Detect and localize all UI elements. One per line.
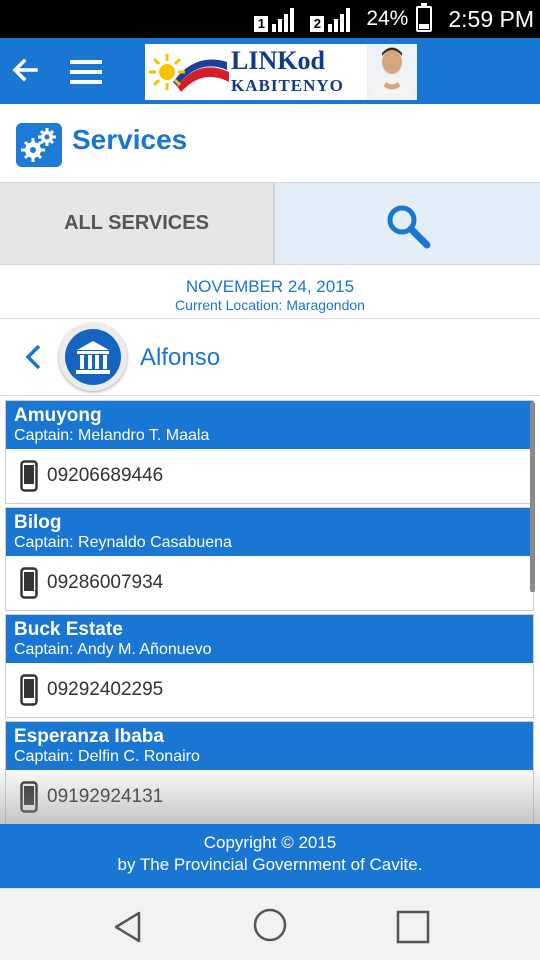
mobile-phone-icon xyxy=(20,781,38,813)
sim1-label: 1 xyxy=(254,16,269,32)
mobile-phone-icon xyxy=(20,674,38,706)
linkod-kabitenyo-logo: LINKod KABITENYO xyxy=(145,44,417,100)
mobile-phone-icon xyxy=(20,460,38,492)
current-date: NOVEMBER 24, 2015 xyxy=(185,277,355,296)
barangay-list[interactable]: Amuyong Captain: Melandro T. Maala 09206… xyxy=(0,396,540,824)
mobile-phone-icon xyxy=(20,567,38,599)
barangay-name: Buck Estate xyxy=(14,619,123,640)
sun-flag-logo-icon xyxy=(149,54,229,92)
nav-home-icon[interactable] xyxy=(253,908,287,942)
town-header: Alfonso xyxy=(0,319,540,396)
menu-icon[interactable] xyxy=(70,60,102,84)
service-tabs: ALL SERVICES xyxy=(0,182,540,265)
clock: 2:59 PM xyxy=(448,5,534,32)
search-icon xyxy=(387,205,431,249)
town-name: Alfonso xyxy=(140,344,221,371)
list-item[interactable]: Esperanza Ibaba Captain: Delfin C. Ronai… xyxy=(5,721,534,824)
chevron-left-icon[interactable] xyxy=(22,343,44,371)
barangay-name: Esperanza Ibaba xyxy=(14,726,164,747)
phone-number[interactable]: 09206689446 xyxy=(47,465,163,487)
tab-search[interactable] xyxy=(275,183,540,264)
services-header: Services xyxy=(0,104,540,182)
barangay-name: Bilog xyxy=(14,512,62,533)
page-title: Services xyxy=(72,124,188,155)
back-arrow-icon[interactable] xyxy=(10,55,40,85)
barangay-captain: Captain: Melandro T. Maala xyxy=(14,427,210,444)
sim2-signal-icon: 2 xyxy=(310,6,358,32)
governor-portrait-icon xyxy=(367,44,417,100)
copyright-footer: Copyright © 2015 by The Provincial Gover… xyxy=(0,824,540,888)
battery-percent: 24% xyxy=(366,7,409,30)
logo-subtitle: KABITENYO xyxy=(231,76,344,95)
list-scrollbar[interactable] xyxy=(530,402,535,592)
sim2-label: 2 xyxy=(310,16,325,32)
nav-recent-icon[interactable] xyxy=(396,910,430,944)
date-location-info: NOVEMBER 24, 2015 Current Location: Mara… xyxy=(0,265,540,319)
gear-icon xyxy=(16,123,62,167)
battery-charging-icon xyxy=(416,3,433,32)
status-bar: 1 2 24% 2:59 PM xyxy=(0,0,540,38)
list-item[interactable]: Bilog Captain: Reynaldo Casabuena 092860… xyxy=(5,507,534,611)
system-nav-bar xyxy=(0,888,540,960)
phone-number[interactable]: 09192924131 xyxy=(47,786,163,808)
copyright-owner: by The Provincial Government of Cavite. xyxy=(117,855,423,874)
app-bar: LINKod KABITENYO xyxy=(0,38,540,104)
phone-number[interactable]: 09286007934 xyxy=(47,572,163,594)
list-item[interactable]: Amuyong Captain: Melandro T. Maala 09206… xyxy=(5,400,534,504)
tab-all-services[interactable]: ALL SERVICES xyxy=(0,183,275,264)
nav-back-icon[interactable] xyxy=(112,910,142,944)
list-item[interactable]: Buck Estate Captain: Andy M. Añonuevo 09… xyxy=(5,614,534,718)
town-hall-icon xyxy=(59,323,127,391)
barangay-captain: Captain: Delfin C. Ronairo xyxy=(14,748,200,765)
logo-title: LINKod xyxy=(231,46,325,75)
barangay-captain: Captain: Reynaldo Casabuena xyxy=(14,534,232,551)
barangay-captain: Captain: Andy M. Añonuevo xyxy=(14,641,212,658)
copyright-line: Copyright © 2015 xyxy=(203,833,337,852)
current-location: Current Location: Maragondon xyxy=(175,297,365,313)
phone-number[interactable]: 09292402295 xyxy=(47,679,163,701)
barangay-name: Amuyong xyxy=(14,405,102,426)
sim1-signal-icon: 1 xyxy=(254,6,302,32)
